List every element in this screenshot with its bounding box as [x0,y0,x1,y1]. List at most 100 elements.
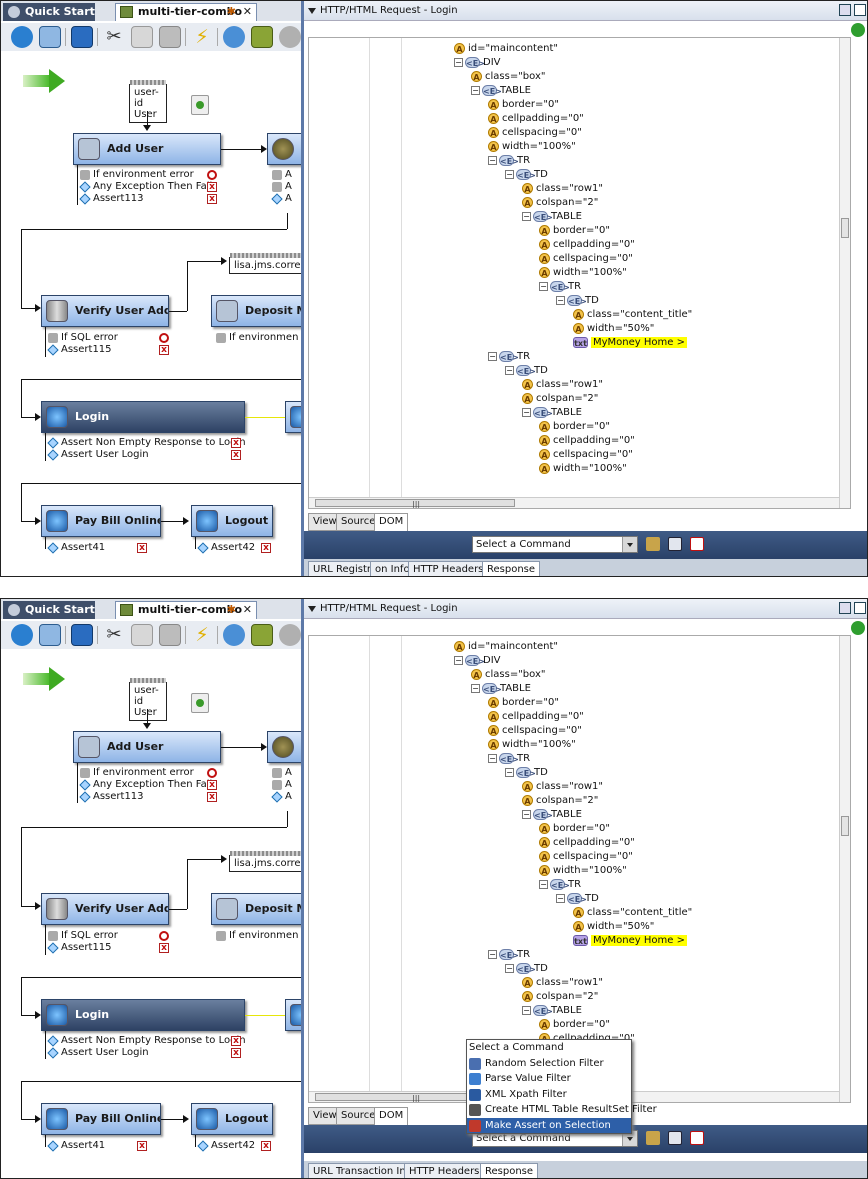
attribute-node[interactable]: Aborder="0" [539,822,610,836]
vertical-scrollbar[interactable] [839,38,850,508]
menu-item-create-html-table-resultset-filter[interactable]: Create HTML Table ResultSet Filter [467,1102,657,1118]
collapse-icon[interactable]: − [488,351,497,361]
attribute-node[interactable]: Acellspacing="0" [539,850,633,864]
save-icon[interactable] [668,537,682,551]
node-add-user[interactable]: Add User [73,133,221,165]
tab-dom-tree[interactable]: DOM Tree [374,1107,409,1137]
collapse-icon[interactable]: − [471,683,480,693]
add-icon[interactable] [11,624,33,646]
command-dropdown-menu[interactable]: Select a Command Random Selection Filter P… [466,1039,657,1134]
attribute-node[interactable]: Aclass="box" [471,668,545,682]
open-folder-icon[interactable] [646,1131,660,1145]
element-node[interactable]: − <E>TR [539,280,581,294]
dom-tree[interactable]: Aid="maincontent" − <E>DIV Aclass="box" − <E>… [308,37,851,509]
model-canvas[interactable]: user-id User Add User If environment erro… [1,649,311,1178]
element-node[interactable]: − <E>TR [488,752,530,766]
node-deposit[interactable]: Deposit Mo [211,893,307,925]
element-node[interactable]: − <E>TABLE [471,84,531,98]
chevron-down-icon[interactable] [622,537,637,552]
menu-item-xml-xpath-filter[interactable]: XML Xpath Filter [467,1087,631,1103]
delete-icon[interactable] [39,624,61,646]
bolt-icon[interactable]: ⚡ [191,624,213,646]
element-node[interactable]: − <E>TABLE [471,682,531,696]
attribute-node[interactable]: Aclass="content_title" [573,906,692,920]
attribute-node[interactable]: Awidth="100%" [488,140,576,154]
collapse-icon[interactable]: − [539,879,548,889]
attribute-node[interactable]: Awidth="100%" [539,462,627,476]
attribute-node[interactable]: Aid="maincontent" [454,42,558,56]
collapse-icon[interactable]: − [488,155,497,165]
collapse-icon[interactable]: − [488,753,497,763]
node-logout[interactable]: Logout [191,505,273,537]
element-node[interactable]: − <E>TABLE [522,210,582,224]
attribute-node[interactable]: Aid="maincontent" [454,640,558,654]
tab-quick-start[interactable]: Quick Start [3,3,95,21]
restore-icon[interactable] [839,4,851,16]
collapse-icon[interactable]: − [522,407,531,417]
save-icon[interactable] [668,1131,682,1145]
attribute-node[interactable]: Awidth="100%" [488,738,576,752]
attribute-node[interactable]: Awidth="50%" [573,322,654,336]
attribute-node[interactable]: Awidth="50%" [573,920,654,934]
element-node[interactable]: − <E>TR [488,154,530,168]
collapse-icon[interactable]: − [505,365,514,375]
element-node[interactable]: − <E>TD [556,294,599,308]
node-login[interactable]: Login [41,999,245,1031]
add-icon[interactable] [11,26,33,48]
element-node[interactable]: − <E>TD [505,766,548,780]
model-canvas[interactable]: user-id User Add User If environment erro… [1,51,311,576]
node-pay-bill-online[interactable]: Pay Bill Online [41,1103,161,1135]
attribute-node[interactable]: Acolspan="2" [522,794,598,808]
dataset-scroll[interactable]: user-id User [129,80,167,123]
node-verify-user-added[interactable]: Verify User Added [41,893,169,925]
paste-icon[interactable] [159,624,181,646]
attribute-node[interactable]: Aborder="0" [488,696,559,710]
attribute-node[interactable]: Acellpadding="0" [488,710,584,724]
collapse-icon[interactable]: − [522,211,531,221]
node-add-user[interactable]: Add User [73,731,221,763]
tab-response[interactable]: Response [482,561,541,576]
panel-header[interactable]: HTTP/HTML Request - Login [304,599,867,619]
tab-http-headers[interactable]: HTTP Headers [408,561,489,576]
attribute-node[interactable]: Acellpadding="0" [539,434,635,448]
collapse-icon[interactable]: − [454,655,463,665]
gear-icon[interactable] [223,624,245,646]
open-folder-icon[interactable] [646,537,660,551]
maximize-icon[interactable] [854,4,866,16]
attribute-node[interactable]: Aclass="content_title" [573,308,692,322]
collapse-icon[interactable]: − [505,963,514,973]
close-tab-icon[interactable]: ✕ [243,4,252,20]
attribute-node[interactable]: Acolspan="2" [522,392,598,406]
restore-icon[interactable] [839,602,851,614]
element-node[interactable]: − <E>DIV [454,56,501,70]
command-select[interactable]: Select a Command [472,536,638,553]
dataset-scroll[interactable]: user-id User [129,678,167,721]
collapse-icon[interactable]: − [522,1005,531,1015]
element-node[interactable]: − <E>TR [539,878,581,892]
collapse-icon[interactable]: − [556,295,565,305]
deploy-icon[interactable] [251,624,273,646]
tab-quick-start[interactable]: Quick Start [3,601,95,619]
node-deposit[interactable]: Deposit Mo [211,295,307,327]
bolt-icon[interactable]: ⚡ [191,26,213,48]
attribute-node[interactable]: Acellspacing="0" [488,126,582,140]
element-node[interactable]: − <E>TABLE [522,1004,582,1018]
dom-tree[interactable]: Aid="maincontent" − <E>DIV Aclass="box" − <E>… [308,635,851,1103]
tab-response[interactable]: Response [480,1163,539,1178]
tab-dom-tree[interactable]: DOM Tree [374,513,409,543]
collapse-icon[interactable]: − [505,767,514,777]
attribute-node[interactable]: Aclass="row1" [522,780,603,794]
attribute-node[interactable]: Aclass="row1" [522,976,603,990]
delete-icon[interactable] [39,26,61,48]
attribute-node[interactable]: Aborder="0" [539,420,610,434]
more-icon[interactable] [279,624,301,646]
gear-icon[interactable] [223,26,245,48]
collapse-icon[interactable]: − [488,949,497,959]
vertical-scrollbar[interactable] [839,636,850,1102]
back-icon[interactable] [71,26,93,48]
text-node[interactable]: txt MyMoney Home > [573,934,687,948]
menu-item-make-assert-on-selection[interactable]: Make Assert on Selection [467,1117,631,1133]
deploy-icon[interactable] [251,26,273,48]
copy-icon[interactable] [131,26,153,48]
attribute-node[interactable]: Acellpadding="0" [488,112,584,126]
